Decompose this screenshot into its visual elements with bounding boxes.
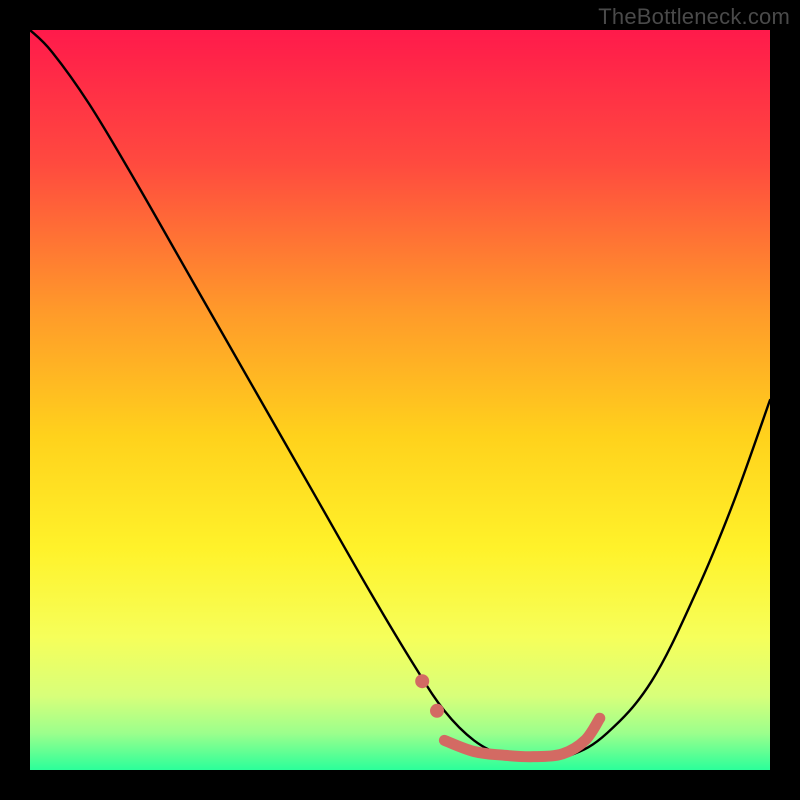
bottleneck-chart: [0, 0, 800, 800]
watermark-text: TheBottleneck.com: [598, 4, 790, 30]
plot-background: [30, 30, 770, 770]
optimal-dot: [415, 674, 429, 688]
chart-stage: TheBottleneck.com: [0, 0, 800, 800]
optimal-dot: [430, 704, 444, 718]
